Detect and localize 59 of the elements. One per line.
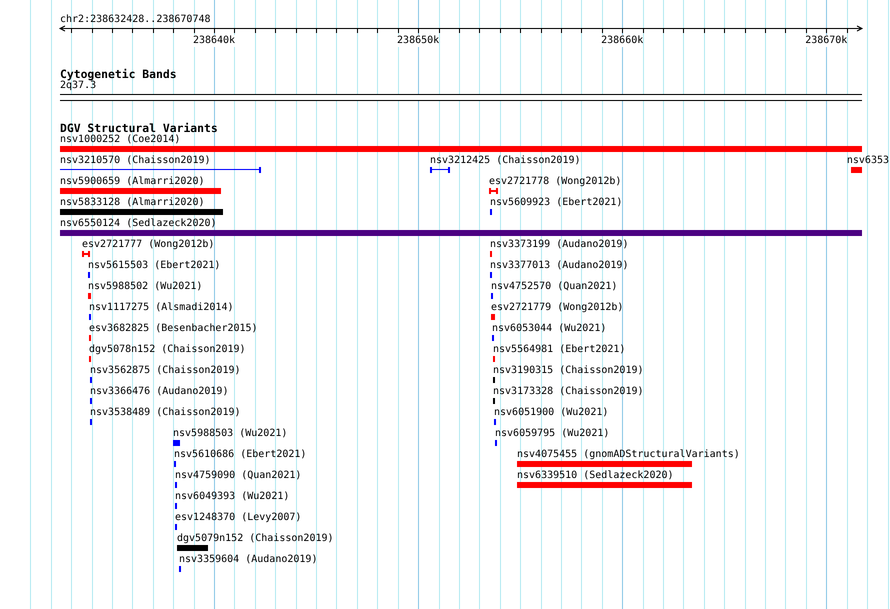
feature-label: nsv3212425 (Chaisson2019) bbox=[430, 155, 581, 167]
feature-bar[interactable] bbox=[173, 440, 180, 446]
feature-label: nsv5833128 (Almarri2020) bbox=[60, 197, 204, 209]
feature-label: nsv6059795 (Wu2021) bbox=[495, 428, 610, 440]
feature-label: esv2721778 (Wong2012b) bbox=[489, 176, 622, 188]
feature-label: nsv6339510 (Sedlazeck2020) bbox=[517, 470, 674, 482]
tick-label: 238640k bbox=[192, 35, 236, 47]
location-label: chr2:238632428..238670748 bbox=[60, 14, 211, 26]
feature-interval[interactable] bbox=[60, 167, 261, 173]
feature-label: esv2721777 (Wong2012b) bbox=[82, 239, 214, 251]
feature-label: nsv4759090 (Quan2021) bbox=[175, 470, 302, 482]
feature-label: nsv6353 bbox=[846, 155, 890, 167]
feature-label: nsv3538489 (Chaisson2019) bbox=[90, 407, 241, 419]
feature-label: esv3682825 (Besenbacher2015) bbox=[89, 323, 258, 335]
feature-bar[interactable] bbox=[60, 146, 862, 152]
feature-label: nsv3562875 (Chaisson2019) bbox=[90, 365, 241, 377]
tick-label: 238650k bbox=[397, 35, 440, 47]
feature-label: nsv1000252 (Coe2014) bbox=[60, 134, 180, 146]
feature-label: nsv5900659 (Almarri2020) bbox=[60, 176, 204, 188]
feature-bar[interactable] bbox=[517, 482, 692, 488]
feature-label: nsv5564981 (Ebert2021) bbox=[493, 344, 626, 356]
feature-bar[interactable] bbox=[60, 188, 221, 194]
feature-bar[interactable] bbox=[60, 230, 862, 236]
feature-label: nsv1117275 (Alsmadi2014) bbox=[89, 302, 234, 314]
feature-label: dgv5079n152 (Chaisson2019) bbox=[177, 533, 334, 545]
feature-interval[interactable] bbox=[489, 188, 498, 194]
feature-bar[interactable] bbox=[517, 461, 692, 467]
feature-interval[interactable] bbox=[430, 167, 450, 173]
feature-interval[interactable] bbox=[82, 251, 90, 257]
feature-label: nsv3190315 (Chaisson2019) bbox=[493, 365, 644, 377]
feature-label: nsv5609923 (Ebert2021) bbox=[490, 197, 622, 209]
feature-label: nsv3366476 (Audano2019) bbox=[90, 386, 228, 398]
feature-label: nsv6049393 (Wu2021) bbox=[175, 491, 290, 503]
feature-label: nsv5610686 (Ebert2021) bbox=[174, 449, 306, 461]
feature-label: nsv4752570 (Quan2021) bbox=[491, 281, 618, 293]
tick-label: 238660k bbox=[601, 35, 644, 47]
feature-label: nsv6550124 (Sedlazeck2020) bbox=[60, 218, 217, 230]
feature-bar[interactable] bbox=[60, 209, 223, 215]
feature-bar[interactable] bbox=[88, 293, 91, 299]
feature-bar[interactable] bbox=[851, 167, 862, 173]
feature-label: nsv5615503 (Ebert2021) bbox=[88, 260, 220, 272]
feature-label: nsv3373199 (Audano2019) bbox=[490, 239, 628, 251]
feature-label: nsv3173328 (Chaisson2019) bbox=[493, 386, 644, 398]
feature-label: nsv3377013 (Audano2019) bbox=[490, 260, 628, 272]
feature-label: dgv5078n152 (Chaisson2019) bbox=[89, 344, 246, 356]
feature-label: esv1248370 (Levy2007) bbox=[175, 512, 302, 524]
feature-bar[interactable] bbox=[177, 545, 208, 551]
feature-label: nsv6053044 (Wu2021) bbox=[492, 323, 606, 335]
feature-label: nsv4075455 (gnomADStructuralVariants) bbox=[517, 449, 740, 461]
feature-label: nsv3359604 (Audano2019) bbox=[179, 554, 318, 566]
track-title: DGV Structural Variants bbox=[60, 122, 218, 134]
feature-label: nsv3210570 (Chaisson2019) bbox=[60, 155, 211, 167]
track-title: Cytogenetic Bands bbox=[60, 68, 177, 80]
feature-label: nsv5988502 (Wu2021) bbox=[88, 281, 202, 293]
band-label: 2q37.3 bbox=[60, 80, 96, 92]
feature-label: esv2721779 (Wong2012b) bbox=[491, 302, 624, 314]
feature-label: nsv6051900 (Wu2021) bbox=[494, 407, 608, 419]
feature-label: nsv5988503 (Wu2021) bbox=[173, 428, 288, 440]
tick-label: 238670k bbox=[805, 35, 848, 47]
